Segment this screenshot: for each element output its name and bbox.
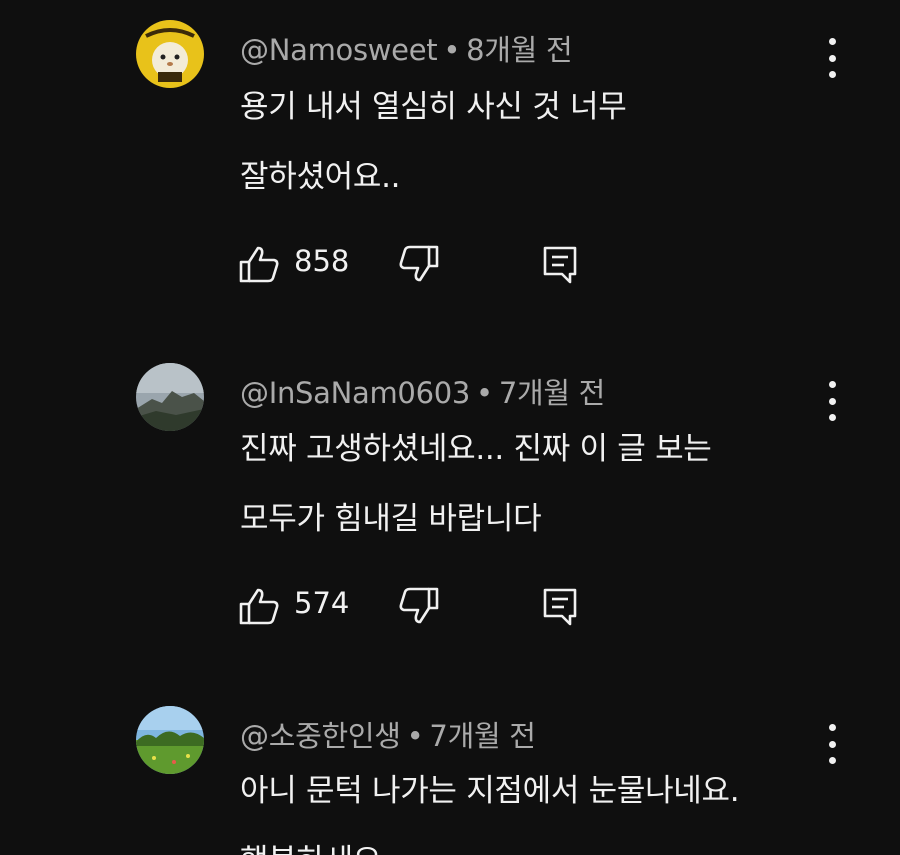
mountain-avatar-icon xyxy=(136,363,204,431)
comment-text-line: 진짜 고생하셨네요... 진짜 이 글 보는 xyxy=(240,431,712,467)
comment-header: @소중한인생 • 7개월 전 xyxy=(240,713,536,755)
avatar[interactable] xyxy=(136,20,204,88)
reply-icon[interactable] xyxy=(540,244,580,284)
author-name[interactable]: @Namosweet xyxy=(240,33,438,67)
like-count: 858 xyxy=(294,244,350,278)
comment-text: 용기 내서 열심히 사신 것 너무 잘하셨어요.. xyxy=(240,72,840,212)
comment-time: 7개월 전 xyxy=(498,376,606,410)
like-count: 574 xyxy=(294,586,350,620)
comment-text: 진짜 고생하셨네요... 진짜 이 글 보는 모두가 힘내길 바랍니다 xyxy=(240,414,840,554)
avatar[interactable] xyxy=(136,363,204,431)
comment-text: 아니 문턱 나가는 지점에서 눈물나네요. 행복하세요 xyxy=(240,756,840,855)
author-name[interactable]: @InSaNam0603 xyxy=(240,376,470,410)
author-name[interactable]: @소중한인생 xyxy=(240,719,401,753)
comment-time: 7개월 전 xyxy=(429,719,536,753)
thumbs-up-icon[interactable] xyxy=(238,244,280,284)
comment-actions: 858 xyxy=(238,242,598,286)
comment-text-line: 아니 문턱 나가는 지점에서 눈물나네요. xyxy=(240,773,740,809)
thumbs-down-icon[interactable] xyxy=(398,244,440,284)
thumbs-down-icon[interactable] xyxy=(398,586,440,626)
comment-actions: 574 xyxy=(238,584,598,628)
comment-text-line: 잘하셨어요.. xyxy=(240,159,401,195)
comment-text-line: 행복하세요 xyxy=(240,826,840,855)
hamster-avatar-icon xyxy=(136,20,204,88)
avatar[interactable] xyxy=(136,706,204,774)
separator-dot: • xyxy=(443,33,461,67)
meadow-avatar-icon xyxy=(136,706,204,774)
comment-header: @InSaNam0603 • 7개월 전 xyxy=(240,370,605,412)
reply-icon[interactable] xyxy=(540,586,580,626)
separator-dot: • xyxy=(406,719,424,753)
thumbs-up-icon[interactable] xyxy=(238,586,280,626)
comment-text-line: 모두가 힘내길 바랍니다 xyxy=(240,501,542,537)
comment-text-line: 용기 내서 열심히 사신 것 너무 xyxy=(240,89,627,125)
comment-time: 8개월 전 xyxy=(466,33,573,67)
comment-header: @Namosweet • 8개월 전 xyxy=(240,27,573,69)
separator-dot: • xyxy=(476,376,493,410)
